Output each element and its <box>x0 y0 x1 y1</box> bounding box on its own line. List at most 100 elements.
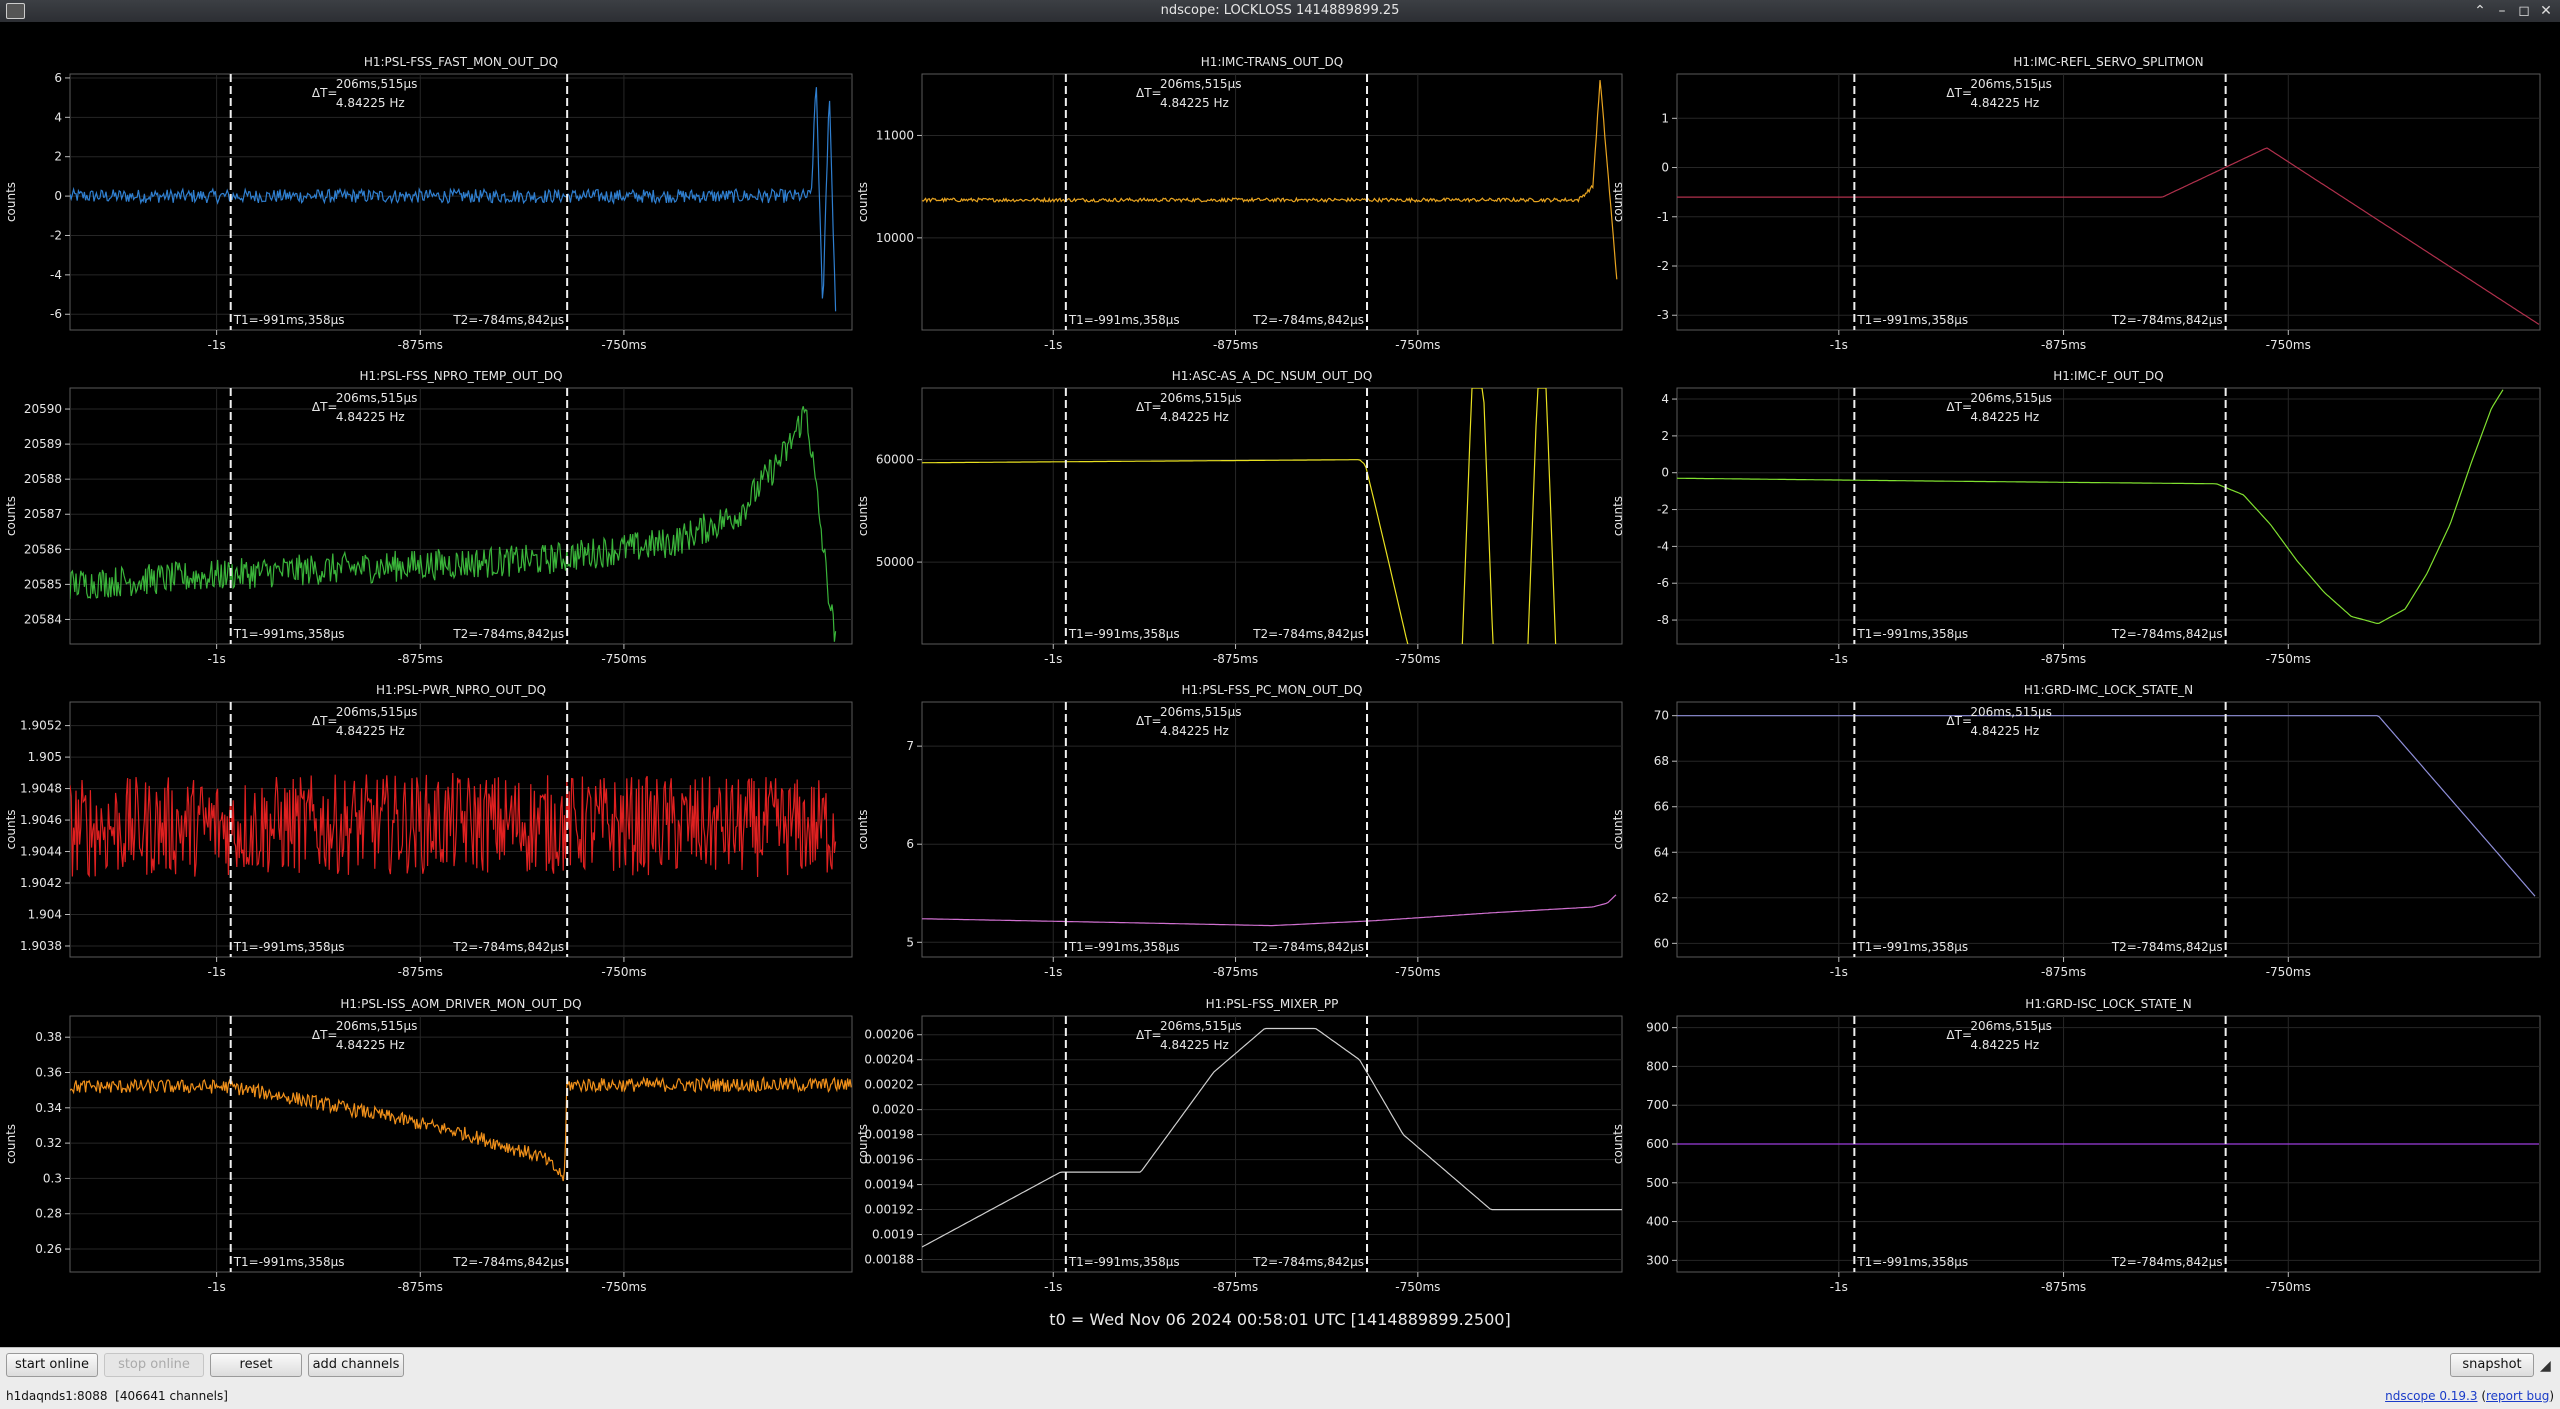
delta-freq-value: 4.84225 Hz <box>1160 96 1229 110</box>
y-tick-label: 68 <box>1654 754 1669 768</box>
plot-panel[interactable]: H1:GRD-ISC_LOCK_STATE_Ncounts 900 800 700 60… <box>1611 997 2541 1294</box>
start-online-label: start online <box>14 1357 90 1372</box>
x-tick-label: -875ms <box>398 1280 443 1294</box>
plot-frame <box>69 1015 853 1273</box>
y-tick-label: 1 <box>1661 111 1669 125</box>
plot-title: H1:GRD-ISC_LOCK_STATE_N <box>2025 997 2192 1011</box>
plot-title: H1:IMC-TRANS_OUT_DQ <box>1201 55 1343 69</box>
plot-grid[interactable]: H1:PSL-FSS_FAST_MON_OUT_DQcounts6420-2-4… <box>0 22 2560 1302</box>
delta-freq-value: 4.84225 Hz <box>1970 96 2039 110</box>
toolbar: start online stop online reset add chann… <box>0 1347 2560 1384</box>
plot-panel[interactable]: H1:PSL-FSS_MIXER_PPcounts 0.00206 0.00204 0… <box>856 997 1623 1294</box>
plot-panel[interactable]: H1:GRD-IMC_LOCK_STATE_Ncounts 70 68 66 64 62 6… <box>1611 683 2541 979</box>
plot-frame <box>921 387 1623 645</box>
y-tick-label: 20584 <box>24 612 62 626</box>
plot-panel[interactable]: H1:ASC-AS_A_DC_NSUM_OUT_DQcounts 60000 500… <box>856 369 1623 666</box>
plot-title: H1:IMC-F_OUT_DQ <box>2053 369 2163 383</box>
plot-panel[interactable]: H1:PSL-PWR_NPRO_OUT_DQcounts 1.9052 1.905 1… <box>4 683 853 979</box>
plot-frame <box>69 701 853 958</box>
x-tick-label: -1s <box>208 965 226 979</box>
x-tick-label: -875ms <box>2041 1280 2086 1294</box>
delta-freq-value: 4.84225 Hz <box>336 724 405 738</box>
y-tick-label: 2 <box>54 150 62 164</box>
plot-panel[interactable]: H1:PSL-FSS_NPRO_TEMP_OUT_DQcounts 20590 20… <box>4 369 853 666</box>
t1-cursor-label: T1=-991ms,358μs <box>1856 313 1968 327</box>
y-tick-label: 1.9044 <box>20 845 62 859</box>
y-tick-label: 10000 <box>876 231 914 245</box>
y-axis-label: counts <box>4 496 18 536</box>
server-address: h1daqnds1:8088 <box>6 1389 108 1403</box>
delta-freq-value: 4.84225 Hz <box>1160 724 1229 738</box>
t0-label: t0 = Wed Nov 06 2024 00:58:01 UTC [14148… <box>1049 1310 1511 1329</box>
y-tick-label: 70 <box>1654 709 1669 723</box>
t1-cursor-label: T1=-991ms,358μs <box>1068 313 1180 327</box>
maximize-window-icon[interactable]: ◻ <box>2513 1 2535 21</box>
y-tick-label: 0.00188 <box>864 1253 914 1267</box>
x-tick-label: -750ms <box>1395 652 1440 666</box>
plot-panel[interactable]: H1:PSL-FSS_PC_MON_OUT_DQcounts 7 6 5 -1s -875… <box>856 683 1623 979</box>
version-link[interactable]: ndscope 0.19.3 <box>2385 1389 2477 1403</box>
plot-frame <box>921 1015 1623 1273</box>
y-tick-label: 20589 <box>24 437 62 451</box>
reset-button[interactable]: reset <box>210 1353 302 1377</box>
shade-window-icon[interactable]: ⌃ <box>2469 1 2491 21</box>
plot-panel[interactable]: H1:PSL-ISS_AOM_DRIVER_MON_OUT_DQcounts 0.… <box>4 997 853 1294</box>
delta-t-label: ΔT= <box>1136 714 1162 728</box>
add-channels-button[interactable]: add channels <box>308 1353 404 1377</box>
window-titlebar: ndscope: LOCKLOSS 1414889899.25 ⌃ – ◻ ✕ <box>0 0 2560 22</box>
x-tick-label: -1s <box>208 652 226 666</box>
close-window-icon[interactable]: ✕ <box>2535 1 2557 21</box>
y-tick-label: 0.3 <box>43 1171 62 1185</box>
delta-t-value: 206ms,515μs <box>336 391 417 405</box>
start-online-button[interactable]: start online <box>6 1353 98 1377</box>
y-tick-label: 1.9042 <box>20 876 62 890</box>
y-axis-label: counts <box>4 182 18 222</box>
plot-panel[interactable]: H1:IMC-F_OUT_DQcounts 4 2 0 -2 -4 -6 -8 -1s -875m… <box>1611 369 2541 666</box>
x-tick-label: -1s <box>1044 1280 1062 1294</box>
plot-panel[interactable]: H1:IMC-REFL_SERVO_SPLITMONcounts 1 0 -1 -2 -3… <box>1611 55 2541 352</box>
y-tick-label: 300 <box>1646 1253 1669 1267</box>
plot-area[interactable]: H1:PSL-FSS_FAST_MON_OUT_DQ counts 6 4 2 0 -2 -4… <box>0 22 2560 1347</box>
plot-title: H1:ASC-AS_A_DC_NSUM_OUT_DQ <box>1172 369 1373 383</box>
y-tick-label: -2 <box>1657 503 1669 517</box>
delta-t-value: 206ms,515μs <box>336 705 417 719</box>
y-tick-label: -3 <box>1657 308 1669 322</box>
stop-online-label: stop online <box>118 1357 190 1372</box>
plot-panel[interactable]: H1:PSL-FSS_FAST_MON_OUT_DQcounts 6 4 2 0 -2 -4… <box>4 55 853 352</box>
delta-t-label: ΔT= <box>1136 86 1162 100</box>
y-tick-label: 0.00192 <box>864 1203 914 1217</box>
delta-t-value: 206ms,515μs <box>1160 705 1241 719</box>
t1-cursor-label: T1=-991ms,358μs <box>233 313 345 327</box>
t2-cursor-label: T2=-784ms,842μs <box>2111 940 2223 954</box>
x-tick-label: -1s <box>1830 1280 1848 1294</box>
delta-t-value: 206ms,515μs <box>1160 391 1241 405</box>
t1-cursor-label: T1=-991ms,358μs <box>233 940 345 954</box>
channel-count: [406641 channels] <box>115 1389 228 1403</box>
plot-title: H1:PSL-PWR_NPRO_OUT_DQ <box>376 683 546 697</box>
y-tick-label: 900 <box>1646 1021 1669 1035</box>
delta-freq-value: 4.84225 Hz <box>1160 1038 1229 1052</box>
resize-grip-icon[interactable]: ◢ <box>2540 1358 2551 1374</box>
y-axis-label: counts <box>856 182 870 222</box>
y-tick-label: 4 <box>54 110 62 124</box>
delta-t-label: ΔT= <box>1136 1028 1162 1042</box>
y-tick-label: 62 <box>1654 891 1669 905</box>
x-tick-label: -750ms <box>1395 1280 1440 1294</box>
y-tick-label: 6 <box>906 837 914 851</box>
report-bug-link[interactable]: report bug <box>2486 1389 2549 1403</box>
plot-panel[interactable]: H1:IMC-TRANS_OUT_DQcounts 11000 10000 -1s -8… <box>856 55 1623 352</box>
y-tick-label: 1.9052 <box>20 719 62 733</box>
stop-online-button[interactable]: stop online <box>104 1353 204 1377</box>
x-tick-label: -1s <box>1830 338 1848 352</box>
snapshot-button[interactable]: snapshot <box>2450 1353 2534 1377</box>
add-channels-label: add channels <box>312 1357 400 1372</box>
y-axis-label: counts <box>4 809 18 849</box>
minimize-window-icon[interactable]: – <box>2491 1 2513 21</box>
y-tick-label: 20588 <box>24 472 62 486</box>
x-tick-label: -875ms <box>2041 652 2086 666</box>
version-info: ndscope 0.19.3 (report bug) <box>2385 1389 2554 1403</box>
x-tick-label: -875ms <box>398 965 443 979</box>
plot-title: H1:PSL-FSS_PC_MON_OUT_DQ <box>1182 683 1363 697</box>
x-tick-label: -875ms <box>398 338 443 352</box>
y-tick-label: 1.9038 <box>20 939 62 953</box>
